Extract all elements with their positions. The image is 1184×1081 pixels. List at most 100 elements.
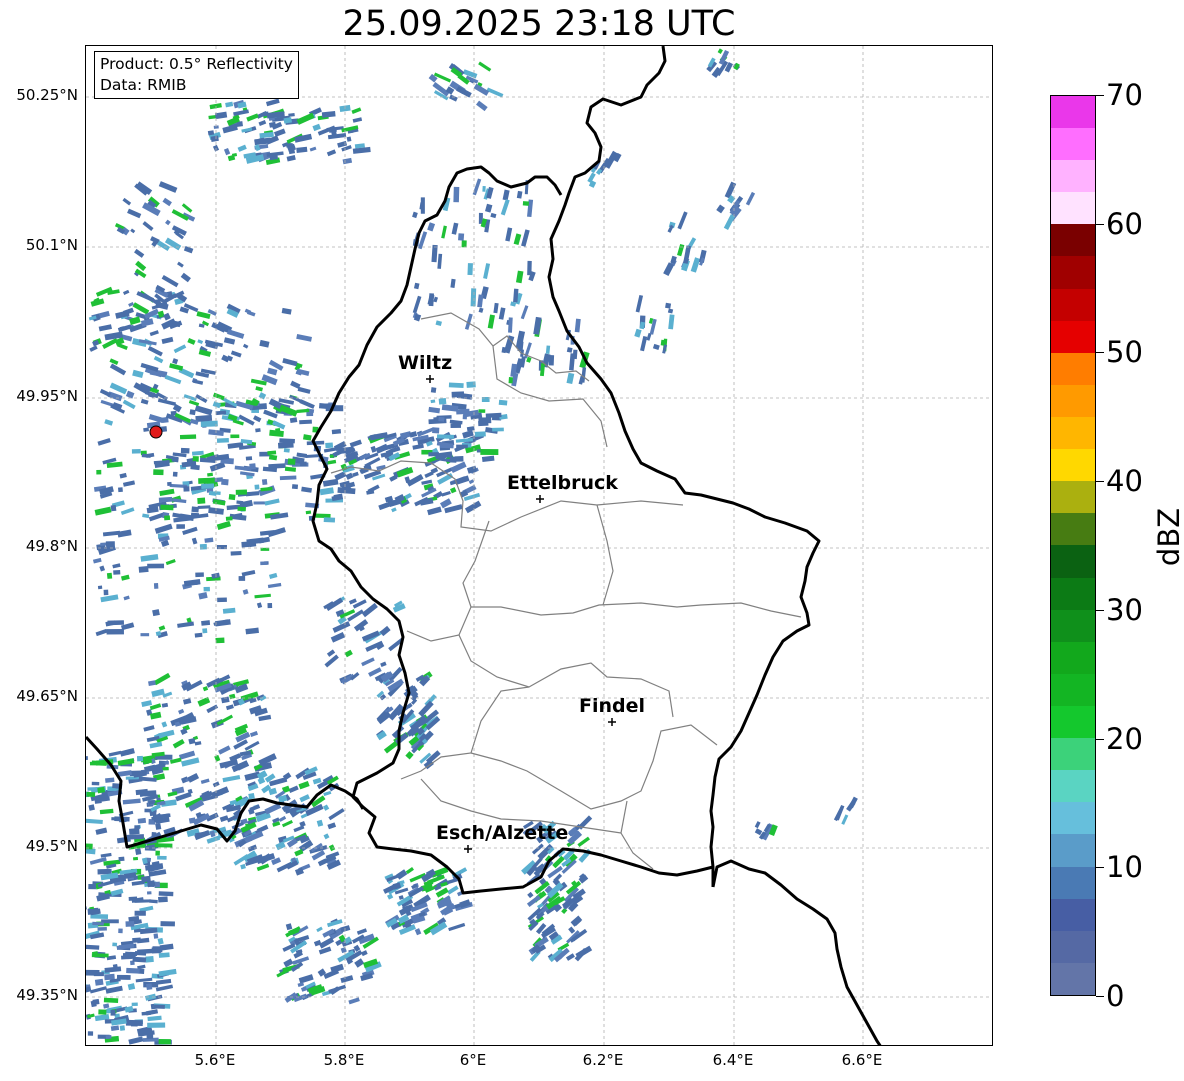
reflectivity-echo [131, 449, 141, 454]
reflectivity-echo [86, 791, 96, 798]
reflectivity-echo [430, 387, 437, 393]
reflectivity-echo [149, 741, 163, 749]
reflectivity-echo [237, 144, 247, 152]
reflectivity-echo [298, 974, 314, 984]
reflectivity-echo [269, 153, 279, 161]
reflectivity-echo [316, 926, 323, 933]
reflectivity-echo [140, 398, 149, 405]
reflectivity-echo [99, 388, 112, 397]
reflectivity-echo [665, 302, 672, 309]
reflectivity-echo [258, 714, 272, 722]
reflectivity-echo [154, 523, 173, 534]
city-marker [536, 495, 544, 503]
reflectivity-echo [254, 593, 271, 599]
radar-map[interactable]: Wiltz Ettelbruck Findel Esch/Alzette [85, 45, 993, 1046]
reflectivity-echo [143, 427, 150, 432]
reflectivity-echo [118, 487, 123, 493]
colorbar-tick-label: 30 [1106, 592, 1143, 627]
reflectivity-echo [148, 680, 156, 686]
reflectivity-echo [297, 982, 305, 988]
reflectivity-echo [97, 868, 112, 875]
reflectivity-echo [412, 295, 422, 314]
reflectivity-echo [312, 123, 321, 132]
lat-label-49-95: 49.95°N [16, 387, 78, 405]
reflectivity-echo [99, 565, 106, 572]
reflectivity-echo [182, 698, 192, 705]
reflectivity-echo [323, 517, 336, 523]
reflectivity-echo [211, 786, 230, 799]
reflectivity-echo [438, 416, 445, 422]
reflectivity-echo [157, 937, 164, 945]
reflectivity-echo [456, 86, 472, 98]
reflectivity-echo [500, 199, 510, 216]
colorbar-segment [1051, 128, 1095, 161]
reflectivity-echo [281, 819, 293, 828]
map-canvas: Wiltz Ettelbruck Findel Esch/Alzette [86, 46, 992, 1045]
reflectivity-echo [458, 233, 465, 241]
reflectivity-echo [448, 382, 464, 388]
reflectivity-echo [122, 289, 130, 295]
reflectivity-echo [96, 469, 102, 475]
reflectivity-echo [841, 814, 849, 825]
colorbar-tick-label: 0 [1106, 979, 1125, 1013]
colorbar-segment [1051, 449, 1095, 482]
reflectivity-echo [109, 363, 127, 376]
reflectivity-echo [450, 487, 457, 494]
reflectivity-echo [132, 937, 141, 943]
reflectivity-echo [236, 500, 244, 505]
reflectivity-echo [288, 112, 295, 117]
reflectivity-echo [161, 721, 168, 728]
reflectivity-echo [207, 130, 215, 136]
colorbar-tick-label: 70 [1106, 78, 1143, 112]
colorbar-segment [1051, 513, 1095, 546]
reflectivity-echo [289, 417, 298, 424]
reflectivity-echo [352, 117, 363, 123]
reflectivity-echo [105, 1034, 112, 1039]
reflectivity-echo [451, 222, 459, 235]
reflectivity-echo [194, 741, 202, 746]
reflectivity-echo [164, 374, 182, 385]
reflectivity-echo [197, 696, 211, 707]
reflectivity-echo [158, 891, 174, 897]
city-marker [608, 718, 616, 726]
reflectivity-echo [241, 570, 256, 577]
reflectivity-echo [328, 808, 345, 821]
reflectivity-echo [132, 302, 150, 315]
colorbar-segment [1051, 95, 1095, 129]
reflectivity-echo [267, 602, 273, 609]
reflectivity-echo [151, 688, 165, 698]
reflectivity-echo [172, 471, 178, 477]
reflectivity-echo [481, 455, 495, 463]
reflectivity-echo [265, 98, 280, 107]
reflectivity-echo [110, 504, 117, 512]
reflectivity-echo [142, 221, 154, 231]
colorbar-segment [1051, 320, 1095, 353]
reflectivity-echo [93, 972, 104, 977]
reflectivity-echo [86, 843, 93, 850]
reflectivity-echo [142, 513, 150, 519]
reflectivity-echo [298, 780, 310, 790]
reflectivity-echo [478, 307, 484, 313]
reflectivity-echo [123, 595, 130, 601]
colorbar-segment [1051, 545, 1095, 578]
reflectivity-echo [199, 543, 208, 550]
reflectivity-echo [92, 921, 104, 926]
reflectivity-echo [450, 278, 456, 288]
reflectivity-echo [361, 657, 375, 667]
reflectivity-echo [342, 157, 353, 165]
reflectivity-echo [245, 456, 253, 461]
reflectivity-echo [327, 132, 347, 140]
reflectivity-echo [439, 443, 454, 449]
reflectivity-echo [396, 869, 408, 880]
reflectivity-echo [306, 411, 314, 417]
reflectivity-echo [278, 815, 287, 822]
reflectivity-echo [449, 94, 458, 102]
reflectivity-echo [215, 637, 225, 644]
reflectivity-echo [146, 1034, 154, 1039]
reflectivity-echo [279, 475, 297, 481]
reflectivity-echo [135, 977, 153, 983]
reflectivity-echo [233, 109, 249, 117]
lon-label-6-4: 6.4°E [712, 1051, 754, 1069]
reflectivity-echo [299, 419, 312, 425]
reflectivity-echo [683, 245, 692, 264]
